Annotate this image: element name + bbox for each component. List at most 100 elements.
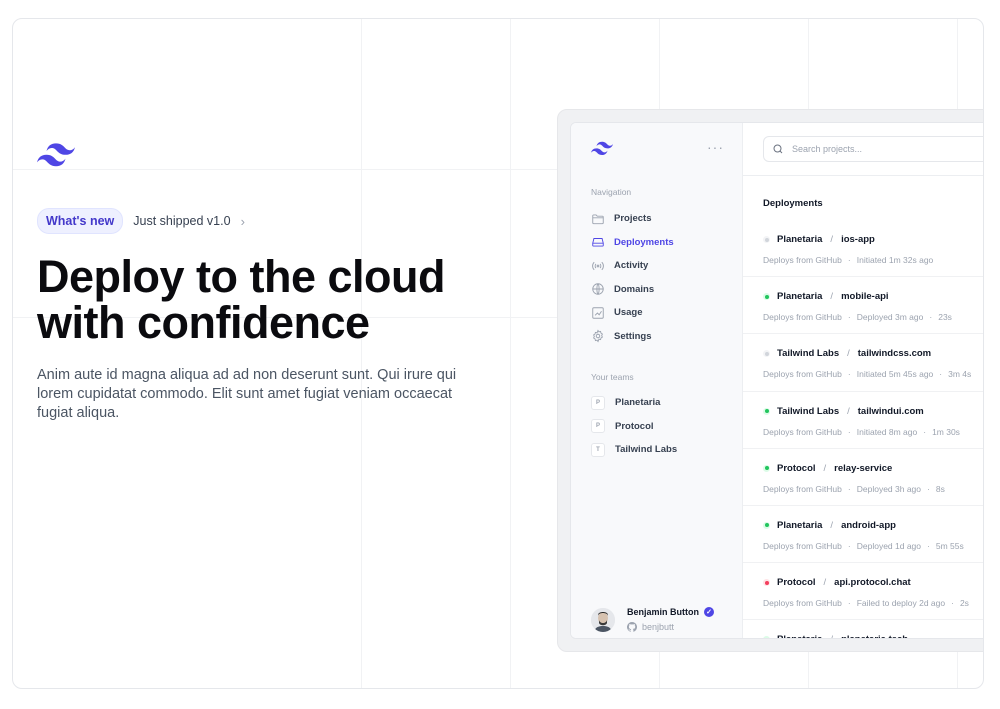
deployment-source: Deploys from GitHub [763, 369, 842, 380]
deployment-meta: Deploys from GitHub · Deployed 1d ago · 5m 5… [763, 540, 983, 551]
team-item-tailwind-labs[interactable]: T Tailwind Labs [591, 438, 731, 462]
team-initial: P [591, 419, 605, 434]
separator: / [830, 634, 833, 638]
status-dot-icon [763, 521, 770, 529]
separator: · [847, 483, 851, 494]
deployment-duration: 5m 55s [935, 540, 964, 551]
deployment-duration: 8s [935, 483, 945, 494]
separator: / [823, 577, 827, 589]
deployment-row[interactable]: Protocol / api.protocol.chat Deploys from G… [743, 563, 983, 621]
deployment-duration: 23s [938, 312, 952, 323]
deployment-title: Protocol / relay-service [763, 462, 983, 474]
separator: / [830, 519, 834, 531]
app-window: ··· Navigation Projects Deployments Acti… [570, 122, 983, 639]
deployment-title: Planetaria / android-app [763, 519, 983, 531]
sidebar-item-label: Settings [614, 330, 652, 342]
separator: / [830, 234, 834, 245]
separator: · [847, 255, 851, 265]
separator: · [927, 540, 930, 551]
page-frame: What's new Just shipped v1.0 › Deploy to… [12, 18, 984, 689]
deployment-project: android-app [841, 519, 896, 531]
deployment-source: Deploys from GitHub [763, 312, 842, 323]
deployment-title: Tailwind Labs / tailwindcss.com [763, 348, 983, 360]
sidebar-item-label: Projects [614, 213, 652, 225]
search-box[interactable] [763, 136, 983, 162]
avatar [591, 607, 615, 632]
separator: · [847, 369, 851, 380]
sidebar-item-activity[interactable]: Activity [591, 254, 731, 278]
deployment-status: Deployed 3h ago [856, 483, 922, 494]
separator: / [847, 348, 850, 360]
tailwind-logo-icon [591, 141, 613, 155]
deployments-list: Planetaria / ios-app Deploys from GitHub · In… [743, 220, 983, 638]
header-divider [743, 175, 983, 176]
deployment-source: Deploys from GitHub [763, 483, 842, 494]
separator: · [923, 426, 927, 437]
deployment-meta: Deploys from GitHub · Initiated 8m ago · 1m … [763, 426, 983, 437]
search-input[interactable] [792, 144, 972, 154]
deployment-title: Planetaria / mobile-api [763, 291, 983, 303]
deployment-row[interactable]: Protocol / relay-service Deploys from GitHu… [743, 449, 983, 506]
team-name: Tailwind Labs [615, 444, 678, 456]
deployment-project: mobile-api [841, 291, 889, 303]
chevron-right-icon: › [240, 213, 245, 229]
deployment-project: tailwindui.com [857, 405, 924, 417]
deployment-team: Planetaria [777, 519, 823, 531]
status-dot-icon [763, 407, 770, 415]
deployment-project: api.protocol.chat [834, 577, 911, 589]
whats-new-badge[interactable]: What's new [37, 208, 124, 234]
deployment-row[interactable]: Planetaria / mobile-api Deploys from GitHub… [743, 277, 983, 335]
separator: / [830, 291, 834, 303]
deployment-row[interactable]: Planetaria / android-app Deploys from GitHu… [743, 506, 983, 564]
deployment-meta: Deploys from GitHub · Initiated 1m 32s ago [763, 255, 983, 265]
deployment-row[interactable]: Tailwind Labs / tailwindcss.com Deploys fro… [743, 334, 983, 392]
sidebar-item-projects[interactable]: Projects [591, 207, 731, 231]
page-title: Deploy to the cloud with confidence [37, 251, 446, 348]
deployment-row[interactable]: Planetaria / ios-app Deploys from GitHub · In… [743, 220, 983, 278]
deployment-status: Deployed 3m ago [856, 312, 924, 323]
separator: · [847, 426, 851, 437]
team-item-planetaria[interactable]: P Planetaria [591, 391, 731, 415]
teams-list: P Planetaria P Protocol T Tailwind Labs [591, 391, 731, 462]
deployment-status: Failed to deploy 2d ago [856, 598, 946, 609]
sidebar-item-settings[interactable]: Settings [591, 325, 731, 349]
search-icon [773, 144, 783, 154]
separator: · [929, 312, 933, 323]
deployment-title: Protocol / api.protocol.chat [763, 577, 983, 589]
separator: · [939, 369, 943, 380]
deployment-project: relay-service [834, 462, 893, 474]
sidebar-item-label: Activity [614, 260, 649, 272]
sidebar-item-domains[interactable]: Domains [591, 278, 731, 302]
deployment-status: Deployed 1d ago [856, 540, 922, 551]
deployment-source: Deploys from GitHub [763, 598, 842, 609]
user-profile[interactable]: Benjamin Button ✓ benjbutt [591, 607, 714, 632]
sidebar-item-label: Domains [614, 283, 655, 295]
status-dot-icon [763, 579, 770, 587]
team-name: Protocol [615, 420, 654, 432]
verified-check-icon: ✓ [704, 607, 714, 617]
sidebar-item-usage[interactable]: Usage [591, 301, 731, 325]
deployment-row[interactable]: Tailwind Labs / tailwindui.com Deploys from… [743, 392, 983, 449]
deployment-team: Protocol [777, 462, 816, 474]
deployment-row[interactable]: Planetaria / planetaria.tech [743, 620, 983, 638]
signal-icon [592, 261, 604, 270]
announcement-link[interactable]: Just shipped v1.0 › [133, 214, 245, 229]
announcement[interactable]: What's new Just shipped v1.0 › [37, 208, 245, 234]
folder-icon [592, 214, 604, 224]
deployment-team: Planetaria [777, 291, 823, 303]
server-icon [592, 238, 604, 247]
sidebar-item-deployments[interactable]: Deployments [591, 231, 731, 255]
user-name: Benjamin Button [627, 607, 699, 617]
deployment-status: Initiated 1m 32s ago [856, 255, 934, 265]
user-handle: benjbutt [642, 622, 675, 632]
tailwind-logo-icon [37, 143, 75, 167]
deployment-status: Initiated 8m ago [856, 426, 918, 437]
globe-icon [592, 283, 604, 295]
team-item-protocol[interactable]: P Protocol [591, 415, 731, 439]
status-dot-icon [763, 636, 770, 638]
deployment-source: Deploys from GitHub [763, 540, 842, 551]
more-options-icon[interactable]: ··· [707, 139, 724, 155]
deployment-team: Planetaria [777, 234, 823, 245]
deployment-team: Tailwind Labs [777, 348, 840, 360]
separator: / [823, 462, 827, 474]
